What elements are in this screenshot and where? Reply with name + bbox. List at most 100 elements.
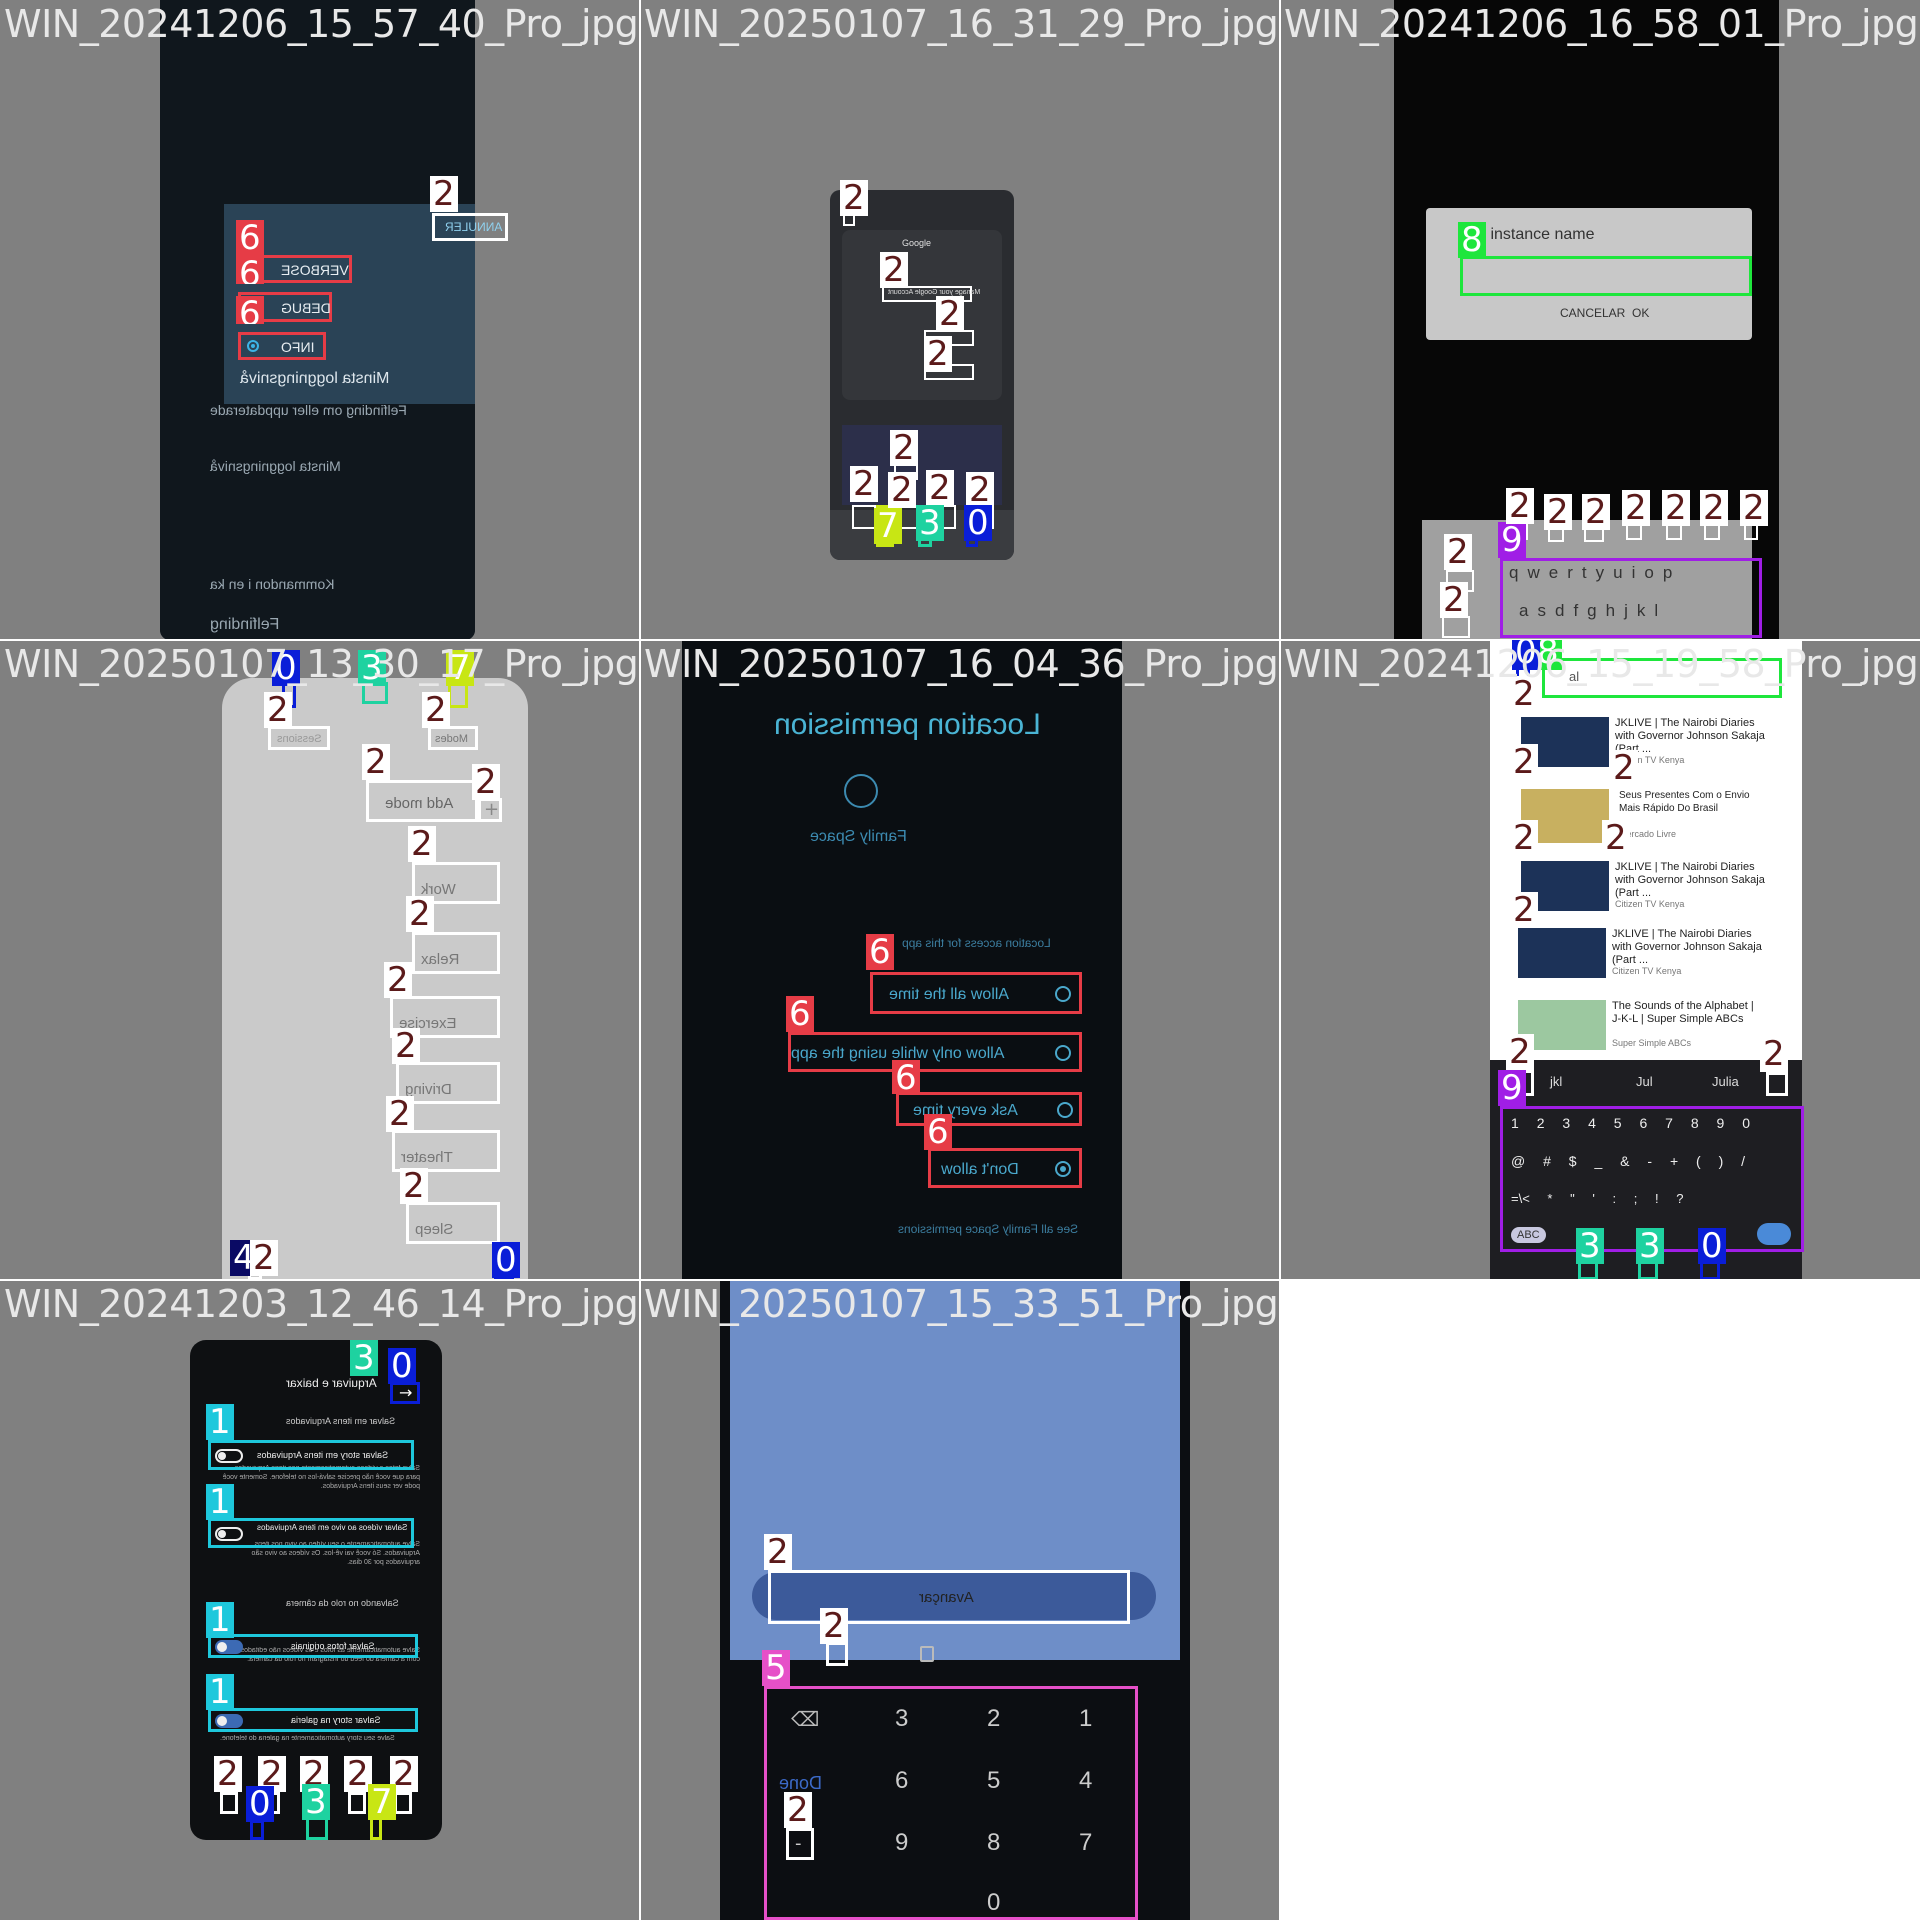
cell-3: WIN_20241206_16_58_01_Pro_jpg.rf.8 Set i… — [1280, 0, 1920, 640]
key-row: @ # $ _ & - + ( ) / — [1511, 1153, 1746, 1169]
class-label: 1 — [206, 1674, 234, 1710]
class-label: 0 — [246, 1786, 274, 1822]
cell-title: WIN_20241206_15_19_58_Pro_jpg.rf.5 — [1284, 642, 1920, 686]
add-mode-button[interactable]: Add mode — [366, 780, 478, 822]
cell-7: WIN_20241203_12_46_14_Pro_jpg.rf.0 Arqui… — [0, 1280, 640, 1920]
class-label: 3 — [916, 505, 944, 541]
nav-icon[interactable] — [220, 1792, 238, 1814]
class-label: 0 — [492, 1242, 520, 1278]
class-label: 2 — [1760, 1036, 1788, 1072]
class-label: 2 — [850, 466, 878, 502]
class-label: 2 — [1582, 494, 1610, 530]
class-label: 2 — [1622, 490, 1650, 526]
class-label: 3 — [1576, 1228, 1604, 1264]
grid-divider — [0, 639, 1920, 641]
cell-title: WIN_20241206_15_57_40_Pro_jpg.rf.4 — [4, 2, 640, 46]
cell-1: WIN_20241206_15_57_40_Pro_jpg.rf.4 Felfi… — [0, 0, 640, 640]
class-label: 6 — [892, 1060, 920, 1094]
option-dont-allow[interactable]: Don't allow — [928, 1148, 1082, 1188]
cell-6: WIN_20241206_15_19_58_Pro_jpg.rf.5 al 8 … — [1280, 640, 1920, 1280]
video-item[interactable]: JKLIVE | The Nairobi Diaries with Govern… — [1516, 712, 1766, 772]
toggle-save-live-archive[interactable]: Salvar vídeos ao vivo em itens Arquivado… — [208, 1518, 414, 1548]
class-label: 2 — [924, 336, 952, 372]
cell-title: WIN_20241206_16_58_01_Pro_jpg.rf.8 — [1284, 2, 1920, 46]
app-name: Family Space — [810, 828, 907, 845]
section-caption: Location access for this app — [902, 936, 1051, 950]
key-row: asdfghjkl — [1519, 601, 1668, 620]
class-label: 2 — [392, 1028, 420, 1064]
radio-icon — [1057, 1102, 1073, 1118]
video-item[interactable]: JKLIVE | The Nairobi Diaries with Govern… — [1516, 926, 1770, 986]
class-label: 2 — [1544, 494, 1572, 530]
class-label: 2 — [386, 1096, 414, 1132]
empty-cell — [1280, 1280, 1920, 1920]
class-label: 2 — [422, 692, 450, 728]
class-label: 2 — [840, 180, 868, 216]
class-label: 2 — [926, 470, 954, 506]
class-label: 0 — [1698, 1228, 1726, 1264]
dash-key[interactable]: - — [786, 1828, 814, 1860]
mic-icon[interactable] — [1766, 1072, 1788, 1096]
toggle-save-story-archive[interactable]: Salvar story em itens Arquivados — [208, 1440, 414, 1470]
mode-item-sleep[interactable]: Sleep — [406, 1202, 500, 1244]
option-allow-all[interactable]: Allow all the time — [870, 972, 1082, 1014]
sheet-title: Google — [902, 238, 932, 248]
key-row: 1 2 3 4 5 6 7 8 9 0 — [1511, 1115, 1750, 1131]
abc-key[interactable]: ABC — [1511, 1227, 1546, 1243]
account-sheet — [842, 230, 1002, 400]
class-label: 6 — [924, 1114, 952, 1150]
class-label: 2 — [1506, 488, 1534, 524]
row-text: Minsta loggningsnivå — [210, 458, 341, 474]
cell-2: WIN_20250107_16_31_29_Pro_jpg.rf.0 Googl… — [640, 0, 1280, 640]
class-label: 2 — [1510, 744, 1538, 780]
permissions-link[interactable]: See all Family Space permissions — [898, 1222, 1078, 1236]
row-text: Kommandon i en ka — [210, 576, 335, 592]
class-label: 7 — [874, 508, 902, 544]
cell-title: WIN_20250107_16_31_29_Pro_jpg.rf.0 — [644, 2, 1280, 46]
class-label: 6 — [236, 296, 264, 324]
class-label: 6 — [866, 934, 894, 970]
mode-item-relax[interactable]: Relax — [412, 932, 500, 974]
nav-icon[interactable] — [852, 505, 876, 529]
class-label: 2 — [214, 1756, 242, 1792]
cell-title: WIN_20250107_15_33_51_Pro_jpg.rf.dfc5ebc — [644, 1282, 1280, 1326]
backspace-icon[interactable]: ⌫ — [791, 1707, 819, 1731]
nav-icon[interactable] — [348, 1792, 366, 1814]
class-label: 2 — [1700, 490, 1728, 526]
class-label: 6 — [786, 996, 814, 1032]
class-label: 2 — [880, 252, 908, 288]
clipboard-icon[interactable] — [920, 1646, 934, 1662]
class-label: 9 — [1498, 522, 1526, 558]
cell-4: WIN_20250107_13_30_17_Pro_jpg.rf.0 Sessi… — [0, 640, 640, 1280]
class-label: 2 — [472, 764, 500, 800]
class-label: 2 — [936, 296, 964, 332]
cancel-button[interactable]: CANCELAR — [1560, 306, 1625, 320]
class-label: 7 — [368, 1784, 396, 1820]
annuler-button[interactable]: ANNULER — [432, 213, 508, 241]
video-item[interactable]: The Sounds of the Alphabet | J-K-L | Sup… — [1516, 998, 1770, 1058]
class-label: 1 — [206, 1484, 234, 1520]
numeric-keypad[interactable]: ⌫ 3 2 1 Done 6 5 4 9 8 7 0 — [764, 1686, 1138, 1920]
search-key-icon[interactable] — [1757, 1223, 1791, 1245]
cell-5: WIN_20250107_16_04_36_Pro_jpg.rf.b Locat… — [640, 640, 1280, 1280]
video-item[interactable]: JKLIVE | The Nairobi Diaries with Govern… — [1516, 856, 1770, 916]
class-label: 2 — [264, 692, 292, 728]
class-label: 2 — [250, 1240, 278, 1276]
keyboard-keys[interactable]: qwertyuiop asdfghjkl — [1500, 558, 1762, 638]
toggle-save-story-gallery[interactable]: Salvar story na galeria — [208, 1708, 418, 1732]
class-label: 2 — [1662, 490, 1690, 526]
info-option[interactable]: INFO — [238, 332, 326, 360]
instance-name-input[interactable] — [1460, 256, 1752, 296]
mosaic-grid: WIN_20241206_15_57_40_Pro_jpg.rf.4 Felfi… — [0, 0, 1920, 1920]
row-text: Felfinding om eller uppdaterade — [210, 402, 407, 418]
video-item[interactable]: Seus Presentes Com o Envio Mais Rápido D… — [1516, 782, 1770, 848]
class-label: 2 — [408, 826, 436, 862]
option-while-using[interactable]: Allow only while using the app — [788, 1032, 1082, 1072]
class-label: 2 — [400, 1168, 428, 1204]
ok-button[interactable]: OK — [1632, 306, 1649, 320]
nav-icon[interactable] — [394, 1792, 412, 1814]
class-label: 2 — [430, 176, 458, 212]
class-label: 5 — [762, 1650, 790, 1686]
toggle-save-original-photos[interactable]: Salvar fotos originais — [208, 1634, 418, 1658]
toggle-on-icon — [215, 1714, 243, 1728]
